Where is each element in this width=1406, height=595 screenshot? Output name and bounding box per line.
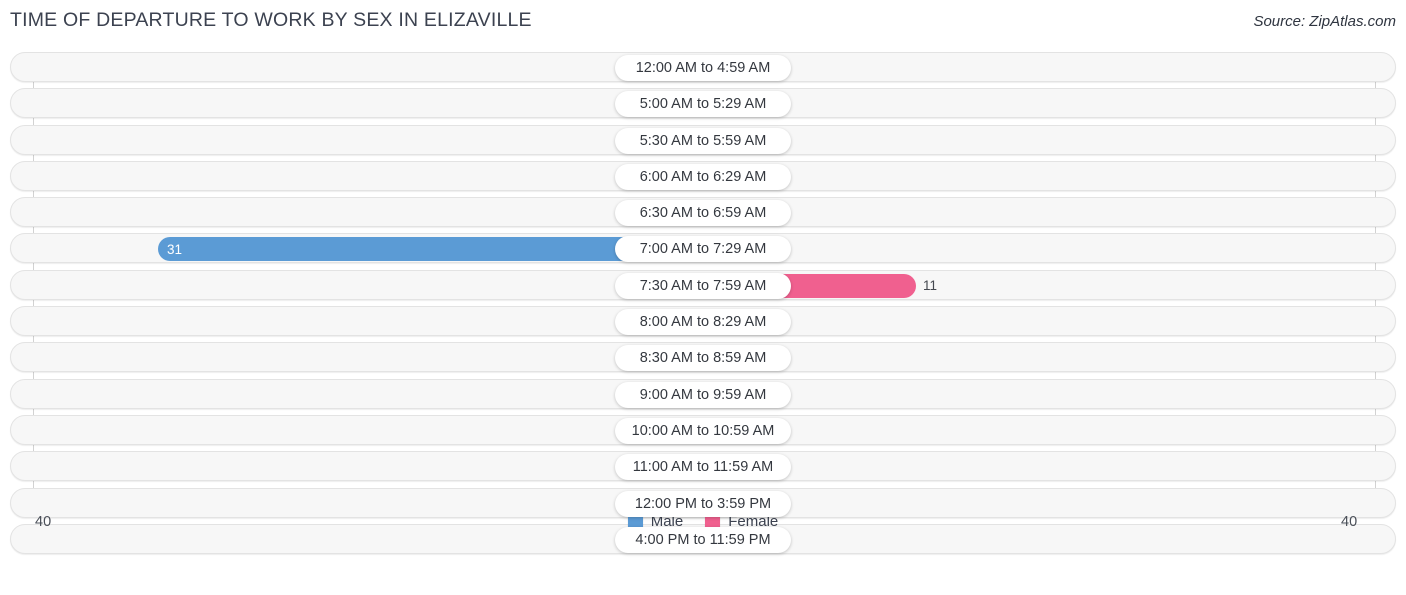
category-label-pill: 10:00 AM to 10:59 AM bbox=[615, 417, 791, 444]
table-row[interactable]: 005:00 AM to 5:29 AM bbox=[10, 88, 1396, 119]
table-row[interactable]: 008:30 AM to 8:59 AM bbox=[10, 342, 1396, 373]
chart-root: TIME OF DEPARTURE TO WORK BY SEX IN ELIZ… bbox=[0, 0, 1406, 595]
category-label-pill: 9:00 AM to 9:59 AM bbox=[615, 381, 791, 408]
table-row[interactable]: 0012:00 AM to 4:59 AM bbox=[10, 52, 1396, 82]
category-label-pill: 7:00 AM to 7:29 AM bbox=[615, 236, 791, 263]
category-label-pill: 6:00 AM to 6:29 AM bbox=[615, 163, 791, 190]
table-row[interactable]: 006:30 AM to 6:59 AM bbox=[10, 197, 1396, 228]
category-label-pill: 5:00 AM to 5:29 AM bbox=[615, 91, 791, 118]
category-label-pill: 7:30 AM to 7:59 AM bbox=[615, 272, 791, 299]
female-value-label: 11 bbox=[923, 278, 938, 294]
category-label-pill: 12:00 PM to 3:59 PM bbox=[615, 490, 791, 517]
source-attribution: Source: ZipAtlas.com bbox=[1253, 13, 1396, 30]
category-label-pill: 6:30 AM to 6:59 AM bbox=[615, 200, 791, 227]
plot-area: 0012:00 AM to 4:59 AM 005:00 AM to 5:29 A… bbox=[10, 52, 1396, 558]
table-row[interactable]: 0117:30 AM to 7:59 AM bbox=[10, 269, 1396, 300]
page-title: TIME OF DEPARTURE TO WORK BY SEX IN ELIZ… bbox=[10, 9, 532, 31]
category-label-pill: 5:30 AM to 5:59 AM bbox=[615, 127, 791, 154]
table-row[interactable]: 0011:00 AM to 11:59 AM bbox=[10, 451, 1396, 482]
male-value-label: 31 bbox=[167, 241, 183, 257]
category-label-pill: 8:00 AM to 8:29 AM bbox=[615, 309, 791, 336]
table-row[interactable]: 3107:00 AM to 7:29 AM bbox=[10, 233, 1396, 264]
table-row[interactable]: 005:30 AM to 5:59 AM bbox=[10, 124, 1396, 155]
bar-rows: 0012:00 AM to 4:59 AM 005:00 AM to 5:29 A… bbox=[10, 52, 1396, 560]
table-row[interactable]: 0010:00 AM to 10:59 AM bbox=[10, 414, 1396, 445]
category-label-pill: 11:00 AM to 11:59 AM bbox=[615, 454, 791, 481]
category-label-pill: 12:00 AM to 4:59 AM bbox=[615, 55, 791, 81]
category-label-pill: 4:00 PM to 11:59 PM bbox=[615, 526, 791, 553]
table-row[interactable]: 006:00 AM to 6:29 AM bbox=[10, 160, 1396, 191]
table-row[interactable]: 008:00 AM to 8:29 AM bbox=[10, 306, 1396, 337]
category-label-pill: 8:30 AM to 8:59 AM bbox=[615, 345, 791, 372]
table-row[interactable]: 009:00 AM to 9:59 AM bbox=[10, 378, 1396, 409]
